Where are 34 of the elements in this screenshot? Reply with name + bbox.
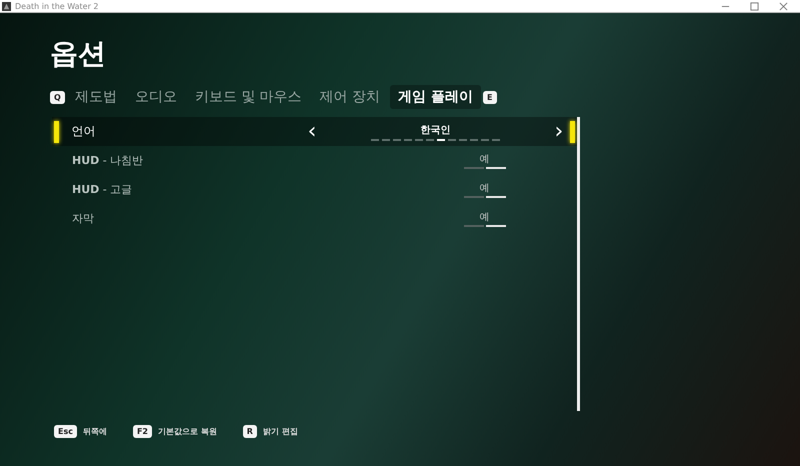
- setting-label: HUD - 고글: [71, 182, 134, 197]
- tab[interactable]: 오디오: [126, 85, 185, 109]
- footer-action: 기본값으로 복원: [158, 426, 217, 437]
- window-title: Death in the Water 2: [15, 2, 99, 10]
- setting-row[interactable]: 언어 ‹ 한국인 ›: [52, 117, 577, 146]
- tab[interactable]: 키보드 및 마우스: [186, 85, 310, 109]
- key-hint[interactable]: Q: [50, 90, 65, 104]
- setting-label: 언어: [70, 123, 97, 140]
- setting-label: HUD - 나침반: [71, 153, 144, 168]
- setting-value: 예: [480, 211, 490, 224]
- key-hint[interactable]: F2: [132, 425, 152, 438]
- maximize-icon[interactable]: [750, 2, 759, 10]
- footer-action: 밝기 편집: [262, 426, 298, 437]
- app-icon: [2, 2, 11, 10]
- setting-value: 예: [480, 182, 490, 195]
- key-hint[interactable]: R: [242, 425, 257, 438]
- setting-label: 자막: [71, 211, 95, 226]
- focus-marker: [54, 120, 60, 142]
- setting-row[interactable]: HUD - 고글 예: [52, 175, 577, 204]
- next-button[interactable]: ›: [550, 120, 568, 142]
- tab[interactable]: 제도법: [66, 85, 125, 109]
- setting-row[interactable]: HUD - 나침반 예: [52, 146, 577, 175]
- page-title: 옵션: [50, 36, 107, 72]
- footer-action: 뒤쪽에: [82, 426, 107, 437]
- setting-value: 한국인: [420, 124, 450, 136]
- previous-button[interactable]: ‹: [304, 120, 320, 142]
- focus-marker: [570, 120, 575, 142]
- setting-row[interactable]: 자막 예: [52, 204, 577, 233]
- key-hint[interactable]: Esc: [54, 425, 77, 438]
- setting-value: 예: [480, 153, 490, 166]
- close-icon[interactable]: [779, 2, 788, 10]
- tab[interactable]: 제어 장치: [312, 85, 388, 109]
- key-hint[interactable]: E: [483, 90, 497, 104]
- tab[interactable]: 게임 플레이: [390, 85, 482, 109]
